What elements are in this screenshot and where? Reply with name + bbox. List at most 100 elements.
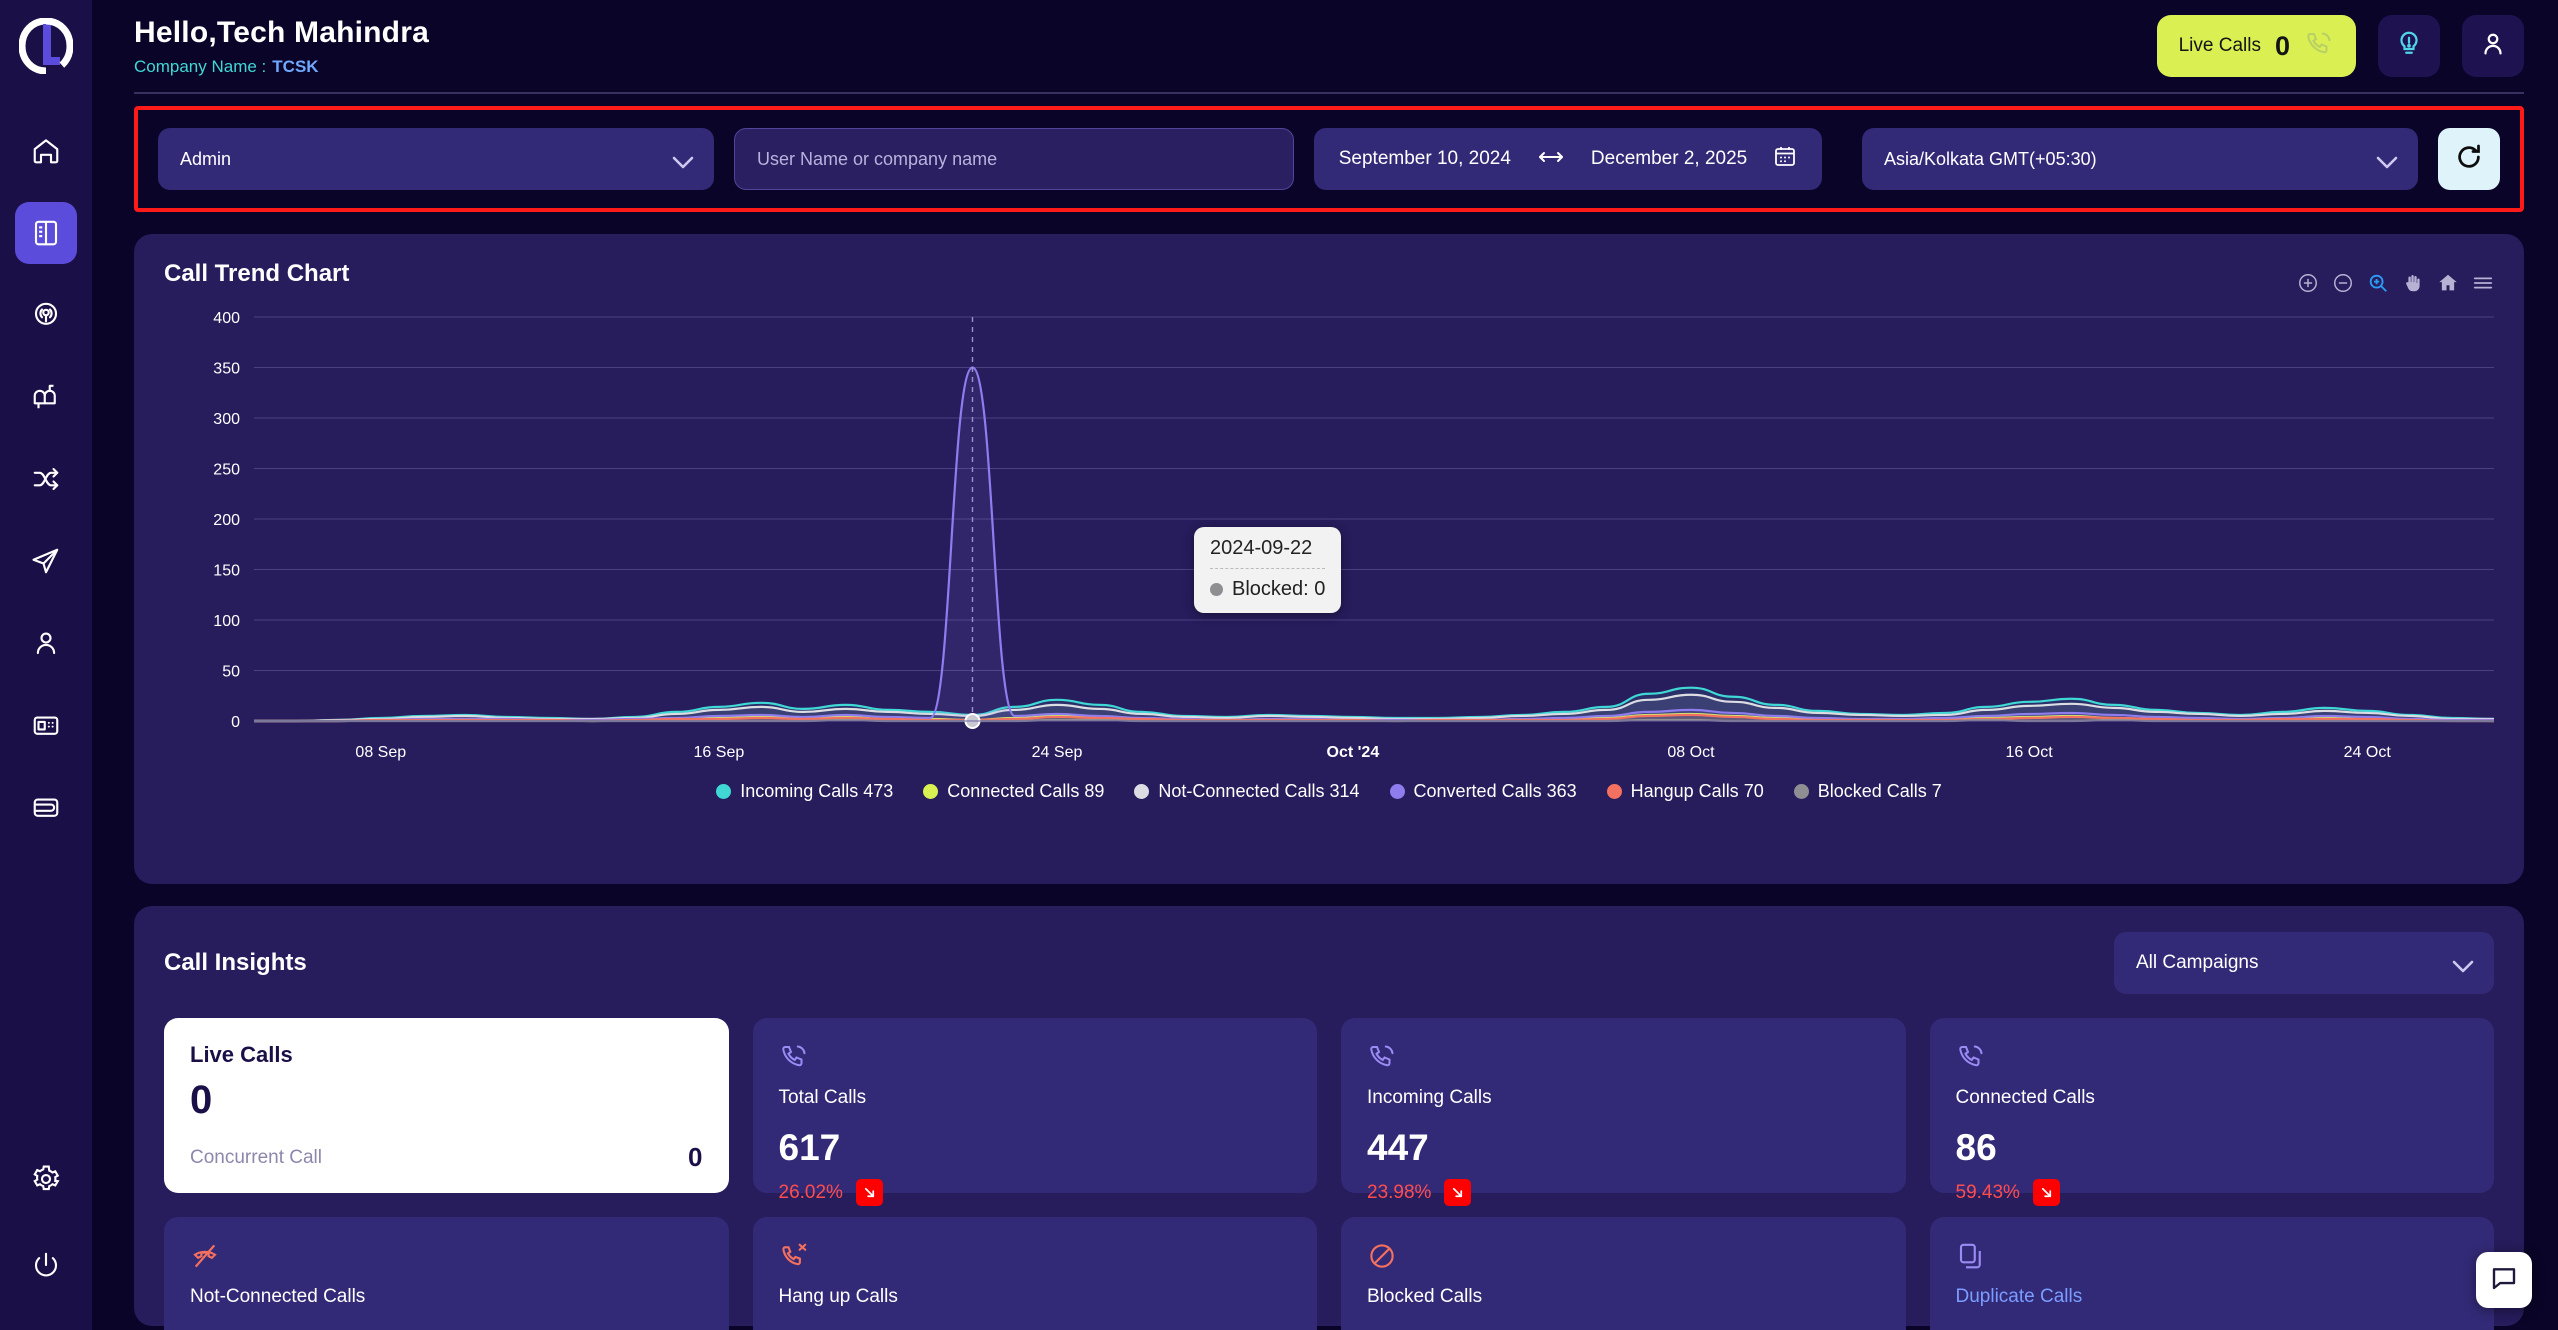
card-incoming-calls[interactable]: Incoming Calls 447 23.98% [1341,1018,1906,1193]
profile-button[interactable] [2462,15,2524,77]
chevron-down-icon [2452,957,2472,969]
card-duplicate-calls[interactable]: Duplicate Calls [1930,1217,2495,1330]
card-label: Total Calls [779,1087,1292,1109]
insights-title: Call Insights [164,949,307,977]
role-select[interactable]: Admin [158,128,714,190]
timezone-value: Asia/Kolkata GMT(+05:30) [1884,149,2097,170]
legend-dot [1390,784,1405,799]
legend-item[interactable]: Blocked Calls 7 [1794,781,1942,802]
svg-text:200: 200 [213,512,240,529]
card-total-calls[interactable]: Total Calls 617 26.02% [753,1018,1318,1193]
selection-zoom-icon[interactable] [2367,272,2389,299]
panning-icon[interactable] [2402,272,2424,299]
svg-text:24 Sep: 24 Sep [1032,744,1083,761]
zoom-out-icon[interactable] [2332,272,2354,299]
sidebar [0,0,92,1330]
legend-label: Hangup Calls 70 [1631,781,1764,802]
date-range-picker[interactable]: September 10, 2024 December 2, 2025 [1314,128,1822,190]
zoom-in-icon[interactable] [2297,272,2319,299]
card-live-calls[interactable]: Live Calls 0 Concurrent Call 0 [164,1018,729,1193]
insight-cards-row1: Live Calls 0 Concurrent Call 0 [164,1018,2494,1193]
sidebar-item-broadcast[interactable] [15,284,77,346]
company-label: Company Name : [134,57,266,76]
phone-incoming-icon [1367,1042,1880,1077]
fax-icon [31,710,61,740]
phone-connected-icon [1956,1042,2469,1077]
phone-hangup-icon [779,1241,1292,1276]
legend-item[interactable]: Converted Calls 363 [1390,781,1577,802]
app-logo[interactable] [0,0,92,92]
sidebar-item-logout[interactable] [15,1234,77,1296]
legend-dot [1134,784,1149,799]
chart-toolbar [2297,260,2494,299]
sidebar-item-routing[interactable] [15,448,77,510]
sidebar-nav [15,120,77,838]
reset-home-icon[interactable] [2437,272,2459,299]
legend-dot [1794,784,1809,799]
svg-text:24 Oct: 24 Oct [2344,744,2392,761]
sidebar-item-campaigns[interactable] [15,530,77,592]
search-input[interactable] [757,149,1271,170]
sidebar-item-billing[interactable] [15,776,77,838]
sidebar-item-dashboard[interactable] [15,202,77,264]
svg-text:300: 300 [213,411,240,428]
chart-svg[interactable]: 05010015020025030035040008 Sep16 Sep24 S… [164,305,2524,775]
home-icon [31,136,61,166]
tooltip-dot [1210,583,1223,596]
card-not-connected-calls[interactable]: Not-Connected Calls [164,1217,729,1330]
chart-tooltip: 2024-09-22 Blocked: 0 [1194,527,1341,613]
sidebar-item-home[interactable] [15,120,77,182]
sidebar-bottom [15,1148,77,1296]
card-hangup-calls[interactable]: Hang up Calls [753,1217,1318,1330]
campaign-select[interactable]: All Campaigns [2114,932,2494,994]
sidebar-item-ivr[interactable] [15,694,77,756]
card-delta: 23.98% [1367,1179,1880,1206]
concurrent-call-label: Concurrent Call [190,1147,322,1169]
live-calls-count: 0 [2275,31,2290,62]
svg-text:50: 50 [222,664,240,681]
live-calls-pill[interactable]: Live Calls 0 [2157,15,2356,77]
power-icon [31,1250,61,1280]
calendar-icon[interactable] [1773,144,1797,174]
card-delta: 26.02% [779,1179,1292,1206]
refresh-button[interactable] [2438,128,2500,190]
live-calls-label: Live Calls [2179,35,2261,57]
svg-text:16 Oct: 16 Oct [2006,744,2054,761]
svg-text:400: 400 [213,310,240,327]
dashboard-page: Hello,Tech Mahindra Company Name :TCSK L… [0,0,2558,1330]
greeting-block: Hello,Tech Mahindra Company Name :TCSK [134,16,429,77]
card-value: 617 [779,1127,1292,1169]
card-blocked-calls[interactable]: Blocked Calls [1341,1217,1906,1330]
chevron-down-icon [672,153,692,165]
legend-label: Incoming Calls 473 [740,781,893,802]
search-box[interactable] [734,128,1294,190]
delta-percent: 59.43% [1956,1182,2020,1204]
company-value: TCSK [272,57,318,76]
help-button[interactable] [2378,15,2440,77]
chart-plot-area[interactable]: 05010015020025030035040008 Sep16 Sep24 S… [164,305,2494,775]
duplicate-icon [1956,1241,2469,1276]
sidebar-item-mailbox[interactable] [15,366,77,428]
legend-item[interactable]: Not-Connected Calls 314 [1134,781,1359,802]
chart-header: Call Trend Chart [164,260,2494,299]
legend-label: Converted Calls 363 [1414,781,1577,802]
sidebar-item-settings[interactable] [15,1148,77,1210]
legend-item[interactable]: Incoming Calls 473 [716,781,893,802]
legend-item[interactable]: Hangup Calls 70 [1607,781,1764,802]
arrow-down-icon [1444,1179,1471,1206]
card-label: Connected Calls [1956,1087,2469,1109]
chat-button[interactable] [2476,1252,2532,1308]
menu-icon[interactable] [2472,272,2494,299]
sidebar-item-agents[interactable] [15,612,77,674]
header-divider [134,92,2524,94]
phone-missed-icon [190,1241,703,1276]
chat-bubble-icon [2489,1263,2519,1298]
card-connected-calls[interactable]: Connected Calls 86 59.43% [1930,1018,2495,1193]
legend-dot [716,784,731,799]
delta-percent: 26.02% [779,1182,843,1204]
card-label: Duplicate Calls [1956,1286,2469,1308]
timezone-select[interactable]: Asia/Kolkata GMT(+05:30) [1862,128,2418,190]
role-select-value: Admin [180,149,231,170]
legend-dot [1607,784,1622,799]
legend-item[interactable]: Connected Calls 89 [923,781,1104,802]
